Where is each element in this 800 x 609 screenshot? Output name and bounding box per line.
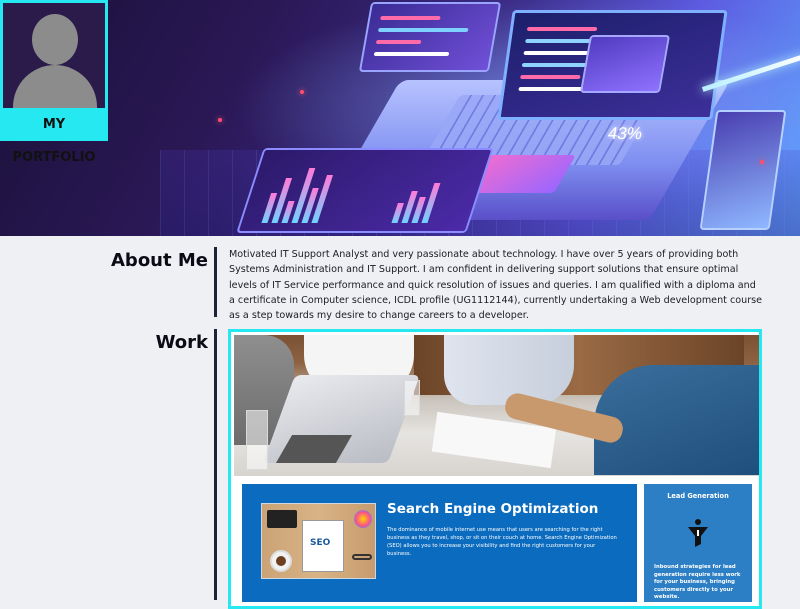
- hero-chart-card: [579, 35, 671, 93]
- hero-dot: [760, 160, 764, 164]
- lead-generation-card[interactable]: Lead Generation Inbound strategies for l…: [644, 484, 752, 602]
- portfolio-title[interactable]: MY PORTFOLIO: [3, 108, 105, 165]
- seo-description: The dominance of mobile internet use mea…: [387, 527, 617, 557]
- seo-image: SEO: [261, 503, 376, 579]
- hero-dot: [218, 118, 222, 122]
- hero-tablet: [236, 148, 494, 233]
- hero-dot: [300, 90, 304, 94]
- work-team-photo: [234, 335, 759, 476]
- hero-banner: 43%: [0, 0, 800, 236]
- about-heading: About Me: [111, 250, 208, 271]
- funnel-icon: [688, 519, 708, 547]
- profile-card[interactable]: MY PORTFOLIO: [0, 0, 108, 165]
- seo-project-card[interactable]: SEO Search Engine Optimization The domin…: [242, 484, 637, 602]
- work-divider: [214, 329, 217, 600]
- work-heading: Work: [155, 332, 208, 353]
- hero-floating-card: [358, 2, 502, 72]
- work-gallery: SEO Search Engine Optimization The domin…: [228, 329, 762, 609]
- hero-gauge-text: 43%: [606, 124, 644, 143]
- lead-generation-description: Inbound strategies for lead generation r…: [654, 564, 741, 601]
- lead-generation-title[interactable]: Lead Generation: [644, 492, 752, 500]
- seo-image-text: SEO: [310, 538, 331, 548]
- person-silhouette-icon: [3, 3, 105, 108]
- about-text: Motivated IT Support Analyst and very pa…: [229, 249, 763, 322]
- about-divider: [214, 247, 217, 317]
- seo-title[interactable]: Search Engine Optimization: [387, 501, 598, 517]
